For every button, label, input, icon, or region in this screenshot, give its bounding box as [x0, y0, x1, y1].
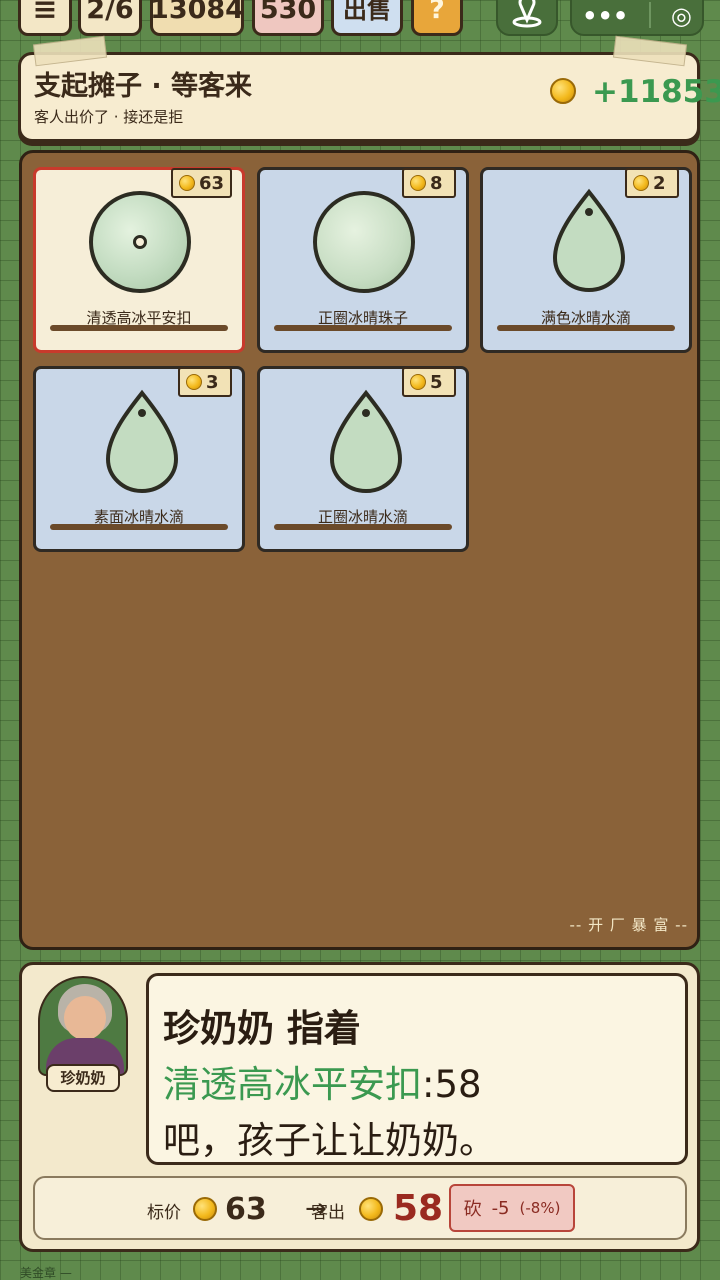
offered-price-text: :58 [422, 1063, 482, 1106]
item-card[interactable]: 8 正圈冰晴珠子 [257, 167, 469, 353]
page-subtitle: 客人出价了 · 接还是拒 [34, 108, 184, 126]
close-mini-program-icon[interactable]: ◎ [671, 4, 692, 28]
price-tag: 8 [402, 168, 456, 198]
jade-drop-icon [329, 389, 403, 493]
jade-bead-icon [313, 191, 415, 293]
capsule-divider [648, 2, 651, 28]
item-card[interactable]: 63 清透高冰平安扣 [33, 167, 245, 353]
board-footer-slogan: -- 开 厂 暴 富 -- [569, 916, 688, 934]
jade-disc-icon [89, 191, 191, 293]
jade-drop-icon [105, 389, 179, 493]
coin-icon [193, 1197, 217, 1221]
mini-program-capsule: ••• ◎ [570, 0, 704, 36]
coin-icon [550, 78, 576, 104]
item-name: 正圈冰晴珠子 [317, 309, 408, 327]
menu-icon: ≡ [32, 0, 58, 27]
jade-drop-icon [552, 188, 626, 292]
round-counter: 2/6 [78, 0, 142, 36]
coin-icon [178, 175, 195, 191]
location-icon [512, 0, 542, 28]
coin-icon [359, 1197, 383, 1221]
speech-line: 清透高冰平安扣:58 [163, 1054, 482, 1108]
coin-icon [186, 374, 202, 390]
page-title: 支起摊子 · 等客来 [34, 71, 253, 102]
bid-price-label: 客出 [311, 1203, 345, 1223]
item-name: 清透高冰平安扣 [86, 309, 192, 327]
offer-bar: 标价 63 → 客出 58 砍 -5 (-8%) [33, 1176, 687, 1240]
item-card[interactable]: 2 满色冰晴水滴 [480, 167, 692, 353]
speech-bubble: 珍奶奶 指着 清透高冰平安扣:58 吧，孩子让让奶奶。 [146, 973, 688, 1165]
item-name: 素面冰晴水滴 [93, 508, 184, 526]
coin-icon [410, 374, 426, 390]
item-name: 满色冰晴水滴 [540, 309, 631, 327]
item-card[interactable]: 3 素面冰晴水滴 [33, 366, 245, 552]
location-button[interactable] [496, 0, 558, 36]
menu-button[interactable]: ≡ [18, 0, 72, 36]
item-card[interactable]: 5 正圈冰晴水滴 [257, 366, 469, 552]
inventory-board: 63 清透高冰平安扣 8 正圈冰晴珠子 2 满色冰晴水滴 3 素面冰晴水滴 5 [19, 150, 700, 950]
customer-avatar [38, 976, 128, 1076]
more-icon[interactable]: ••• [582, 4, 628, 28]
coin-icon [633, 175, 649, 191]
speech-line: 吧，孩子让让奶奶。 [163, 1119, 496, 1162]
coin-icon [410, 175, 426, 191]
help-button[interactable]: ? [411, 0, 463, 36]
price-tag: 63 [170, 168, 232, 198]
bottom-edge-text: 美金章 — [20, 1266, 72, 1280]
list-price-label: 标价 [147, 1203, 181, 1223]
offered-item-name: 清透高冰平安扣 [163, 1063, 422, 1106]
gem-counter: 530 [252, 0, 324, 36]
customer-name-tag: 珍奶奶 [46, 1064, 120, 1092]
item-name: 正圈冰晴水滴 [317, 508, 408, 526]
money-counter: 13084 [150, 0, 244, 36]
bid-price-value: 58 [393, 1188, 444, 1229]
list-price-value: 63 [225, 1192, 267, 1227]
earnings-value: +11853 [592, 74, 720, 110]
haggle-button[interactable]: 砍 -5 (-8%) [449, 1184, 575, 1232]
sell-button[interactable]: 出售 [331, 0, 403, 36]
speech-line: 珍奶奶 指着 [163, 1007, 361, 1050]
